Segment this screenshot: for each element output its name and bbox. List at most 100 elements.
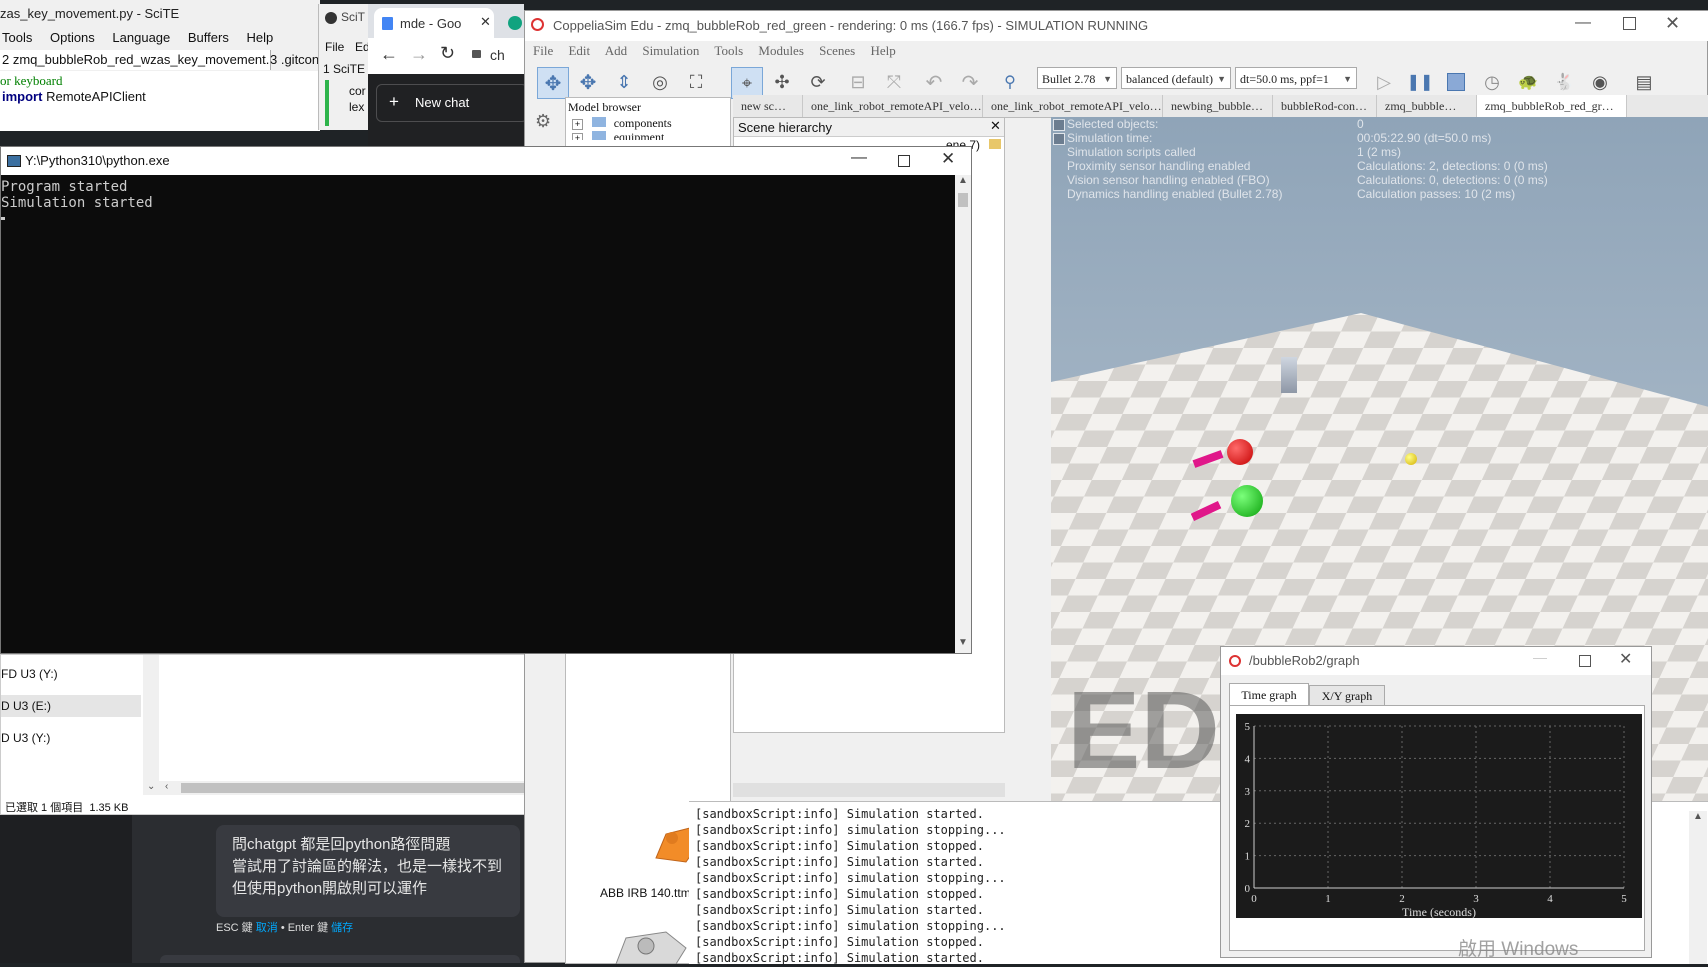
expand-icon[interactable]: + — [572, 133, 583, 140]
new-chat-label: New chat — [415, 95, 470, 110]
tab-time-graph[interactable]: Time graph — [1229, 683, 1309, 706]
object-rotate-button[interactable]: ⟳ — [803, 67, 833, 97]
new-chat-button[interactable]: + New chat — [376, 84, 528, 122]
scene-object-box[interactable] — [1281, 357, 1297, 393]
slow-down-icon[interactable]: 🐢 — [1513, 67, 1543, 97]
camera-angle-button[interactable]: ◎ — [645, 67, 675, 97]
realtime-icon[interactable]: ◷ — [1477, 67, 1507, 97]
drive-item-e[interactable]: D U3 (E:) — [1, 695, 141, 717]
close-tab-icon[interactable]: ✕ — [480, 14, 491, 30]
menu-tools[interactable]: Tools — [714, 43, 743, 58]
green-bubblerob[interactable] — [1231, 485, 1263, 517]
drive-item-d-y[interactable]: D U3 (Y:) — [1, 731, 50, 745]
reload-icon[interactable]: ↻ — [440, 43, 455, 64]
hud-toggle-icon[interactable] — [1053, 119, 1065, 131]
fit-to-view-button[interactable]: ⛶ — [681, 67, 711, 97]
scroll-down-icon[interactable]: ⌄ — [147, 781, 155, 792]
tab-xy-graph[interactable]: X/Y graph — [1309, 685, 1385, 707]
physics-engine-select[interactable]: Bullet 2.78 ▼ — [1037, 67, 1117, 89]
camera-shift-button[interactable]: ⇕ — [609, 67, 639, 97]
scene-tab-5[interactable]: bubbleRod-con… — [1273, 95, 1377, 117]
scite2-buffer-tab[interactable]: 1 SciTE — [323, 62, 365, 76]
expand-icon[interactable]: + — [572, 119, 583, 130]
speed-up-icon[interactable]: 🐇 — [1549, 67, 1579, 97]
menu-simulation[interactable]: Simulation — [642, 43, 699, 58]
camera-pan-button[interactable]: ✥ — [537, 67, 569, 99]
maximize-icon[interactable] — [1579, 655, 1591, 667]
close-icon[interactable]: ✕ — [941, 149, 955, 169]
play-icon[interactable]: ▷ — [1369, 67, 1399, 97]
visualization-toggle-icon[interactable]: ◉ — [1585, 67, 1615, 97]
drive-item-fd-y[interactable]: FD U3 (Y:) — [1, 667, 58, 681]
hint-cancel-link[interactable]: 取消 — [256, 922, 278, 934]
hud-toggle-icon[interactable] — [1053, 133, 1065, 145]
transfer-dna-button[interactable]: ⤧ — [879, 67, 909, 97]
url-bar[interactable]: ch — [490, 47, 505, 63]
close-icon[interactable]: ✕ — [1619, 649, 1632, 669]
console-scroll-thumb[interactable] — [958, 193, 968, 207]
scene-tab-2[interactable]: one_link_robot_remoteAPI_velo… — [803, 95, 983, 117]
camera-rotate-button[interactable]: ✥ — [573, 67, 603, 97]
gear-icon[interactable]: ⚙ — [535, 111, 551, 132]
close-icon[interactable]: ✕ — [1665, 13, 1680, 34]
menu-edit[interactable]: Edit — [568, 43, 590, 58]
accuracy-select[interactable]: balanced (default) ▼ — [1121, 67, 1231, 89]
console-output[interactable]: Program started Simulation started — [1, 175, 955, 653]
scene-tab-3[interactable]: one_link_robot_remoteAPI_velo… — [983, 95, 1163, 117]
scite-editor[interactable]: or keyboard import RemoteAPIClient — [0, 71, 320, 131]
tree-item-equipment[interactable]: + equipment — [572, 130, 664, 140]
gripper-thumbnail[interactable] — [606, 928, 696, 965]
scroll-left-icon[interactable]: ‹ — [165, 781, 168, 792]
maximize-icon[interactable] — [898, 155, 910, 167]
scene-tab-4[interactable]: newbing_bubble… — [1163, 95, 1273, 117]
scite-menu-buffers[interactable]: Buffers — [188, 30, 229, 45]
scite-tab-active[interactable]: 2 zmq_bubbleRob_red_wzas_key_movement.py — [0, 50, 271, 70]
scite-menu-tools[interactable]: Tools — [2, 30, 32, 45]
forward-icon[interactable]: → — [410, 44, 428, 65]
scite-menu-help[interactable]: Help — [246, 30, 273, 45]
menu-scenes[interactable]: Scenes — [819, 43, 855, 58]
browser-tab[interactable]: mde - Goo ✕ — [374, 8, 494, 38]
scene-tab-1[interactable]: new sc… — [733, 95, 803, 117]
scite-menu-language[interactable]: Language — [112, 30, 170, 45]
hierarchy-hscrollbar[interactable] — [733, 783, 1005, 797]
scroll-up-icon[interactable]: ▲ — [1693, 811, 1703, 822]
stop-icon[interactable] — [1441, 67, 1471, 97]
red-bubblerob[interactable] — [1227, 439, 1253, 465]
scite-menu-options[interactable]: Options — [50, 30, 95, 45]
scene-tab-6[interactable]: zmq_bubble… — [1377, 95, 1477, 117]
object-shift-button[interactable]: ✣ — [767, 67, 797, 97]
scene-tab-active[interactable]: zmq_bubbleRob_red_gr… — [1477, 95, 1627, 117]
scroll-up-icon[interactable]: ▲ — [958, 175, 968, 186]
browser-tab-title: mde - Goo — [400, 16, 462, 31]
log-vscrollbar[interactable]: ▲ — [1689, 811, 1707, 964]
timestep-select[interactable]: dt=50.0 ms, ppf=1 ▼ — [1235, 67, 1357, 89]
time-graph-plot[interactable]: 5 4 3 2 1 00 1 2 3 4 5 Time (seconds) — [1236, 714, 1642, 918]
minimize-icon[interactable]: — — [1533, 649, 1547, 665]
menu-add[interactable]: Add — [605, 43, 627, 58]
menu-file[interactable]: File — [533, 43, 553, 58]
assemble-button[interactable]: ⊟ — [843, 67, 873, 97]
back-icon[interactable]: ← — [380, 44, 398, 65]
undo-button[interactable]: ↶ — [919, 67, 949, 97]
close-panel-icon[interactable]: ✕ — [990, 118, 1001, 134]
scroll-down-icon[interactable]: ▼ — [958, 637, 968, 648]
minimize-icon[interactable]: — — [1575, 14, 1591, 32]
scene-page-icon[interactable]: ▤ — [1629, 67, 1659, 97]
chatgpt-tab-icon[interactable] — [508, 16, 522, 30]
scite2-menu-file[interactable]: File — [325, 40, 344, 54]
scite-tab-gitconfig[interactable]: 3 .gitcon — [270, 50, 320, 70]
menu-help[interactable]: Help — [871, 43, 896, 58]
console-vscrollbar[interactable]: ▲ ▼ — [955, 175, 971, 653]
minimize-icon[interactable]: — — [851, 149, 867, 167]
redo-button[interactable]: ↷ — [955, 67, 985, 97]
hscroll-thumb[interactable] — [181, 783, 561, 793]
yellow-ball[interactable] — [1405, 453, 1417, 465]
nav-vscrollbar[interactable]: ⌄ — [143, 655, 159, 795]
maximize-icon[interactable] — [1623, 17, 1636, 30]
tree-item-components[interactable]: + components — [572, 116, 672, 131]
menu-modules[interactable]: Modules — [758, 43, 804, 58]
scite2-tab[interactable]: SciT — [325, 10, 365, 24]
pause-icon[interactable]: ❚❚ — [1405, 67, 1435, 97]
hint-save-link[interactable]: 儲存 — [331, 922, 353, 934]
